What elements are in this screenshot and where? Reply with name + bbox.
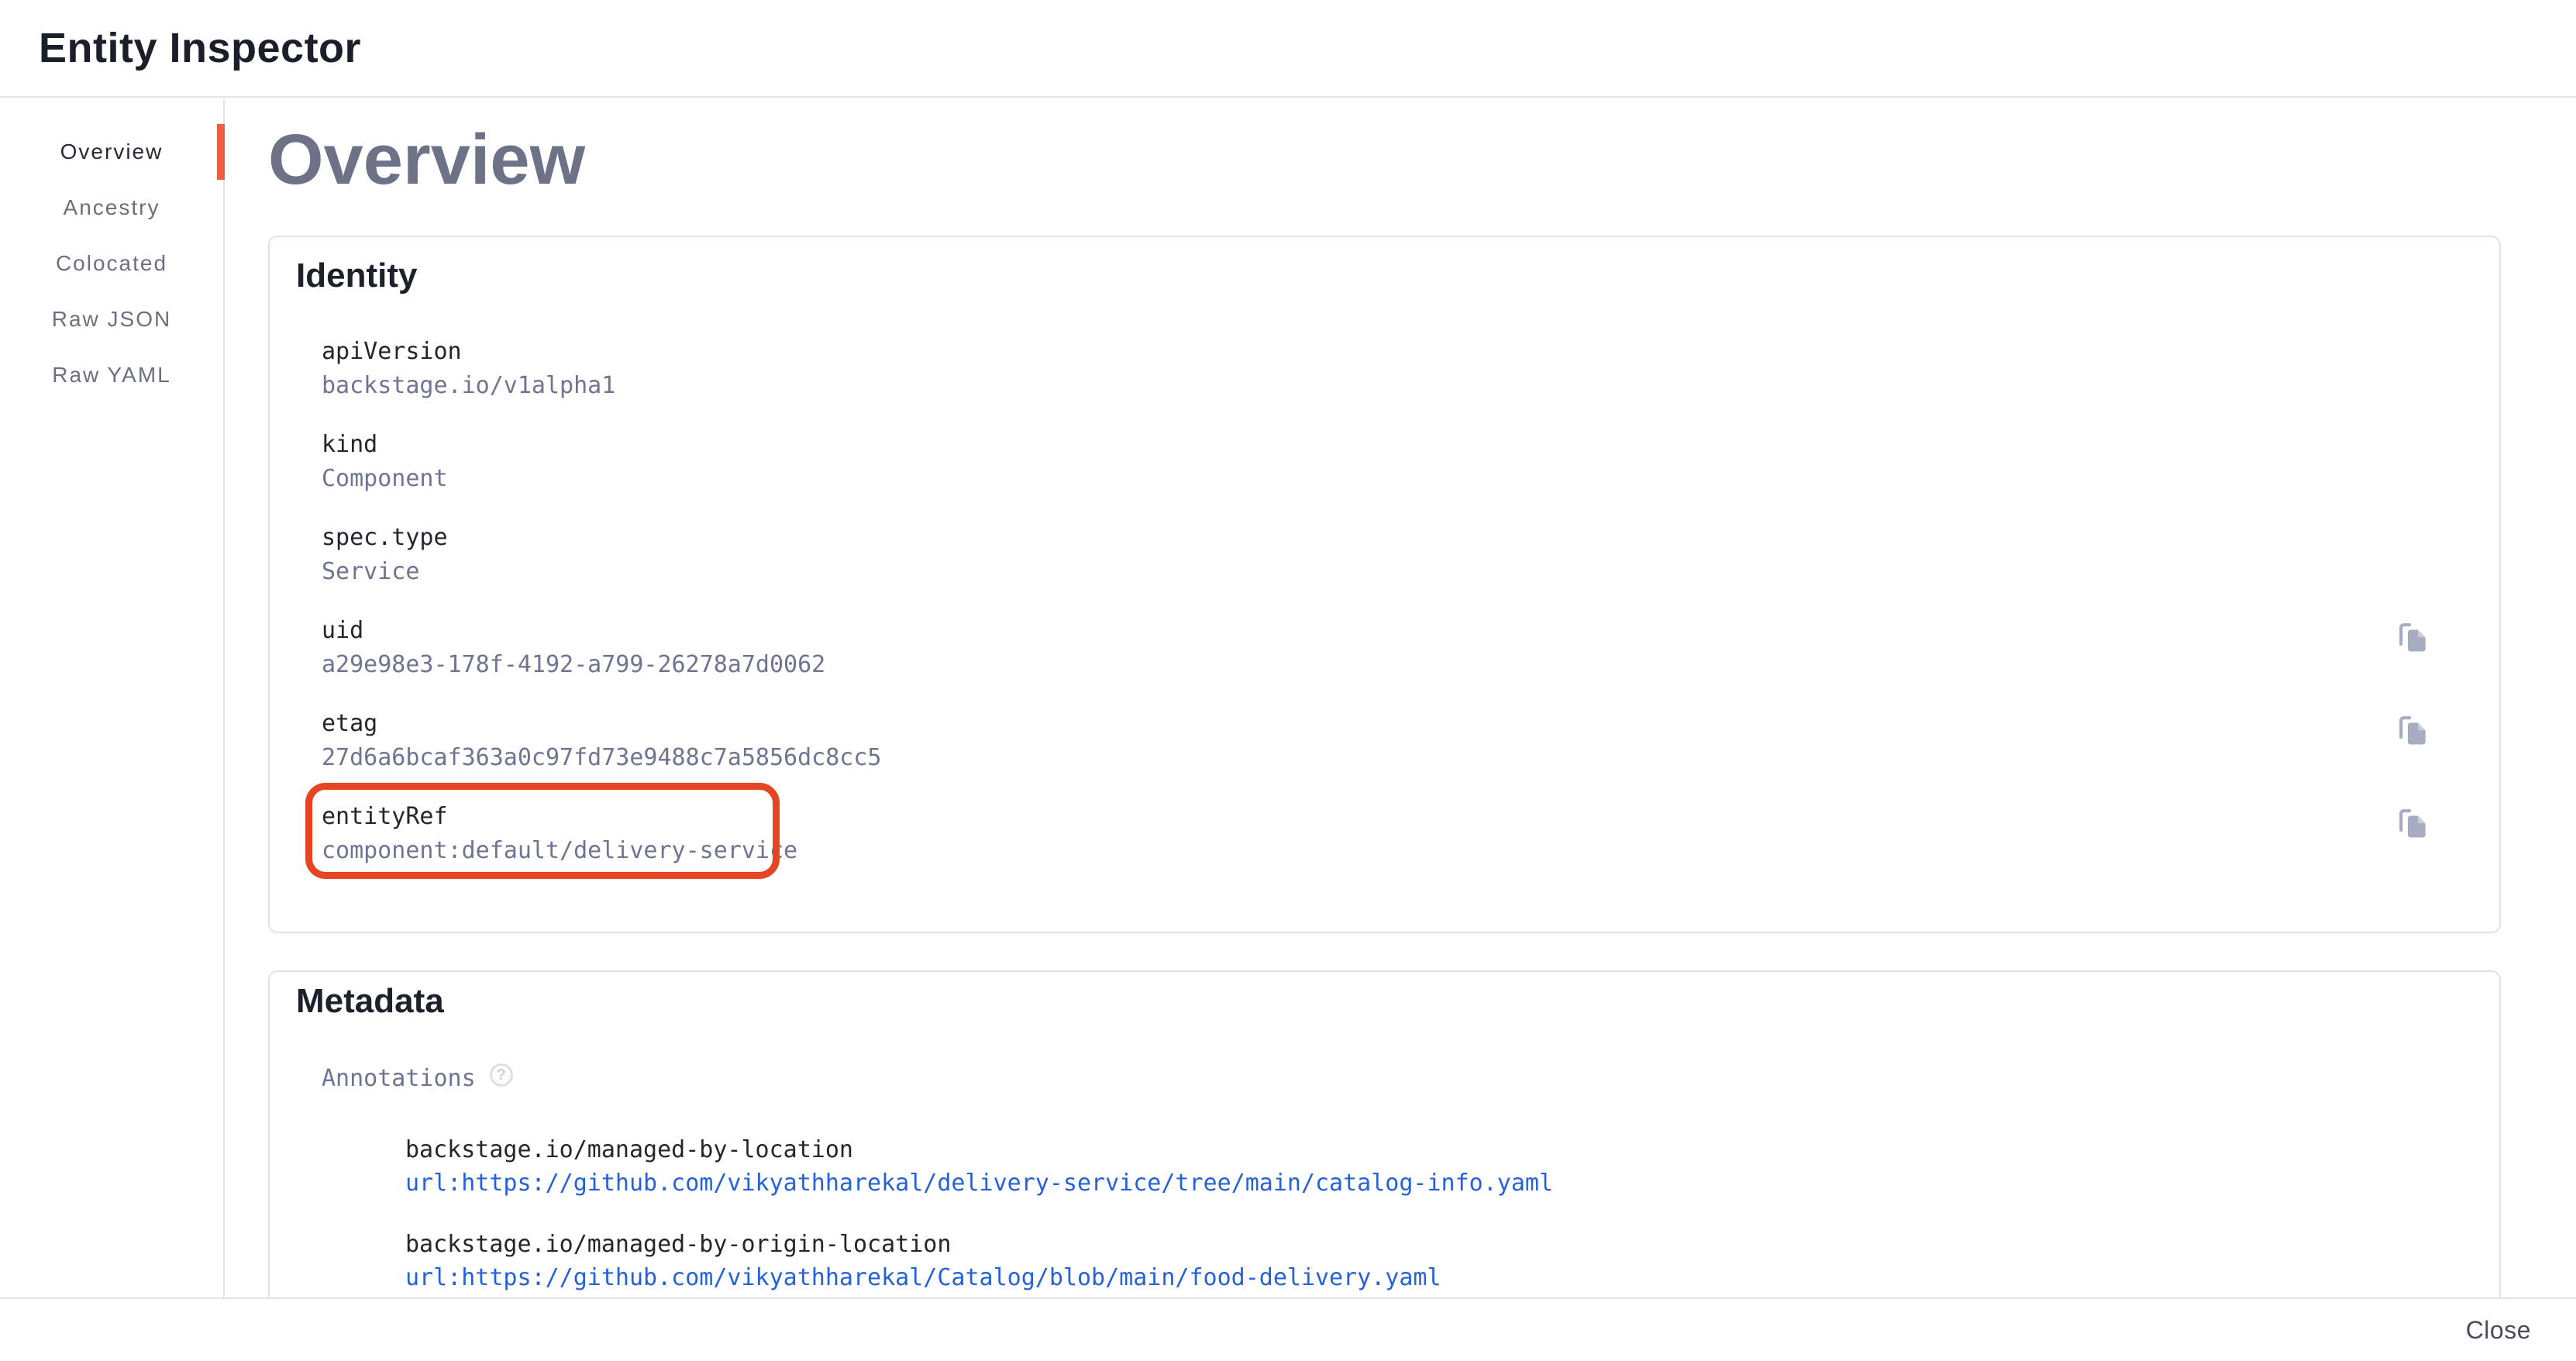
sidebar-item-raw-yaml[interactable]: Raw YAML (0, 347, 223, 403)
annotation-entry: backstage.io/managed-by-origin-location … (405, 1228, 2430, 1294)
annotation-key: backstage.io/managed-by-location (405, 1133, 2430, 1167)
dialog-header: Entity Inspector (0, 0, 2576, 98)
field-label: apiVersion (322, 335, 2430, 369)
copy-icon (2397, 808, 2430, 840)
entity-inspector-dialog: Entity Inspector Overview Ancestry Coloc… (0, 0, 2576, 1361)
sidebar-item-label: Overview (60, 140, 164, 164)
field-label: spec.type (322, 521, 2430, 555)
copy-icon (2397, 622, 2430, 654)
field-value: 27d6a6bcaf363a0c97fd73e9488c7a5856dc8cc5 (322, 741, 2430, 775)
close-button[interactable]: Close (2452, 1307, 2545, 1354)
identity-fields: apiVersion backstage.io/v1alpha1 kind Co… (322, 335, 2430, 868)
sidebar-item-label: Raw JSON (52, 307, 171, 332)
field-label: etag (322, 707, 2430, 741)
field-label: kind (322, 428, 2430, 462)
identity-field-row: entityRef component:default/delivery-ser… (322, 800, 2430, 868)
identity-card-title: Identity (296, 254, 2430, 298)
annotation-link[interactable]: url:https://github.com/vikyathharekal/Ca… (405, 1264, 1441, 1291)
identity-field-row: spec.type Service (322, 521, 2430, 589)
sidebar-item-ancestry[interactable]: Ancestry (0, 180, 223, 236)
sidebar-item-raw-json[interactable]: Raw JSON (0, 291, 223, 347)
annotation-link[interactable]: url:https://github.com/vikyathharekal/de… (405, 1170, 1553, 1197)
identity-field-row: apiVersion backstage.io/v1alpha1 (322, 335, 2430, 403)
field-value: Component (322, 462, 2430, 496)
annotations-label: Annotations (322, 1062, 476, 1096)
sidebar-item-label: Raw YAML (52, 363, 170, 388)
active-tab-indicator (217, 124, 225, 180)
sidebar-item-overview[interactable]: Overview (0, 124, 223, 180)
field-label: entityRef (322, 800, 2430, 834)
field-label: uid (322, 614, 2430, 648)
field-value: component:default/delivery-service (322, 834, 2430, 868)
field-value: Service (322, 555, 2430, 589)
identity-card: Identity apiVersion backstage.io/v1alpha… (268, 236, 2501, 933)
copy-button[interactable] (2397, 808, 2430, 840)
field-value: backstage.io/v1alpha1 (322, 369, 2430, 403)
copy-button[interactable] (2397, 715, 2430, 747)
annotations-section-header: Annotations ? (322, 1062, 2430, 1096)
sidebar-item-label: Ancestry (64, 195, 160, 220)
sidebar-item-label: Colocated (56, 251, 167, 276)
annotation-key: backstage.io/managed-by-origin-location (405, 1228, 2430, 1262)
dialog-title: Entity Inspector (39, 24, 361, 72)
sidebar-item-colocated[interactable]: Colocated (0, 236, 223, 291)
identity-field-row: etag 27d6a6bcaf363a0c97fd73e9488c7a5856d… (322, 707, 2430, 775)
metadata-card-title: Metadata (296, 980, 2430, 1023)
metadata-card: Metadata Annotations ? backstage.io/mana… (268, 970, 2501, 1297)
content-area: Overview Identity apiVersion backstage.i… (225, 99, 2576, 1297)
copy-button[interactable] (2397, 622, 2430, 654)
help-icon[interactable]: ? (490, 1063, 513, 1087)
identity-field-row: kind Component (322, 428, 2430, 496)
field-value: a29e98e3-178f-4192-a799-26278a7d0062 (322, 648, 2430, 682)
copy-icon (2397, 715, 2430, 747)
annotation-list: backstage.io/managed-by-location url:htt… (405, 1133, 2430, 1294)
page-title: Overview (268, 116, 2501, 203)
tabs-sidebar: Overview Ancestry Colocated Raw JSON Raw… (0, 99, 225, 1297)
annotation-entry: backstage.io/managed-by-location url:htt… (405, 1133, 2430, 1200)
dialog-body: Overview Ancestry Colocated Raw JSON Raw… (0, 99, 2576, 1297)
dialog-footer: Close (0, 1297, 2576, 1361)
identity-field-row: uid a29e98e3-178f-4192-a799-26278a7d0062 (322, 614, 2430, 682)
